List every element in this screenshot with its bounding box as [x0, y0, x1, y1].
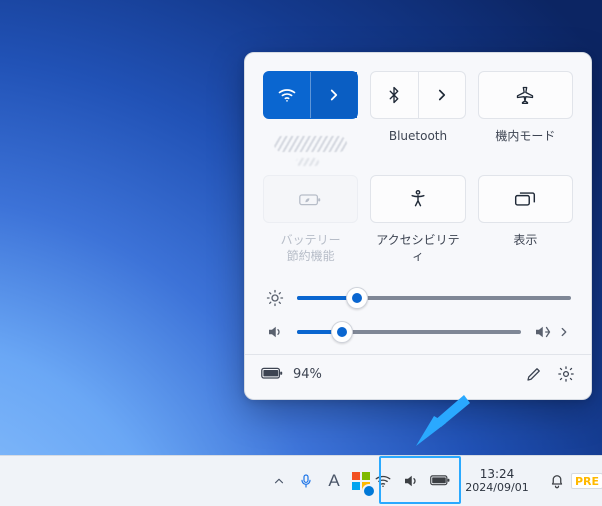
- airplane-tile-label: 機内モード: [478, 125, 573, 169]
- battery-leaf-icon: [299, 189, 323, 209]
- quick-settings-panel: Bluetooth 機内モード バッテリー 節約: [244, 52, 592, 400]
- chevron-right-icon: [433, 86, 451, 104]
- tray-microphone-button[interactable]: [292, 456, 320, 506]
- chevron-right-icon: [557, 325, 571, 339]
- bluetooth-tile[interactable]: [370, 71, 465, 119]
- pre-badge-label: PRE: [571, 473, 602, 489]
- chevron-right-icon: [325, 86, 343, 104]
- ime-mode-label: A: [328, 471, 339, 491]
- battery-pct-label: 94%: [293, 367, 322, 382]
- edit-quick-settings-button[interactable]: [525, 365, 543, 383]
- battery-icon: [430, 474, 452, 488]
- system-tray-group[interactable]: [374, 456, 452, 506]
- settings-button[interactable]: [557, 365, 575, 383]
- battery-icon: [261, 366, 285, 382]
- audio-output-icon: [533, 323, 551, 341]
- battery-saver-tile-label: バッテリー 節約機能: [263, 229, 358, 274]
- notification-dot-icon: [362, 484, 376, 498]
- ime-indicator[interactable]: A: [320, 456, 348, 506]
- audio-output-selector[interactable]: [533, 323, 571, 341]
- wifi-toggle[interactable]: [264, 72, 310, 118]
- wifi-tile[interactable]: [263, 71, 358, 119]
- accessibility-icon: [408, 189, 428, 209]
- brightness-thumb[interactable]: [346, 287, 368, 309]
- gear-icon: [557, 365, 575, 383]
- tray-microsoft-icon[interactable]: [348, 456, 374, 506]
- wifi-expand[interactable]: [310, 72, 357, 118]
- brightness-icon: [265, 289, 285, 307]
- clock-date[interactable]: 13:24 2024/09/01: [452, 456, 542, 506]
- volume-icon: [265, 323, 285, 341]
- project-display-icon: [514, 189, 536, 209]
- tray-overflow-button[interactable]: [266, 456, 292, 506]
- pencil-icon: [525, 365, 543, 383]
- quick-settings-footer: 94%: [245, 354, 591, 391]
- bluetooth-icon: [385, 86, 403, 104]
- brightness-slider[interactable]: [297, 288, 571, 308]
- wifi-tile-label: [263, 125, 358, 169]
- brightness-row: [265, 288, 571, 308]
- clock-time: 13:24: [480, 468, 515, 482]
- volume-icon: [402, 472, 420, 490]
- taskbar: A 13:24 2024/09/01: [0, 455, 602, 506]
- insider-pre-badge[interactable]: PRE: [572, 456, 602, 506]
- chevron-up-icon: [272, 474, 286, 488]
- quick-settings-tiles: Bluetooth 機内モード バッテリー 節約: [263, 71, 573, 274]
- bluetooth-toggle[interactable]: [371, 72, 417, 118]
- clock-date-text: 2024/09/01: [465, 482, 528, 495]
- accessibility-tile-label: アクセシビリティ: [370, 229, 465, 274]
- microphone-icon: [298, 473, 314, 489]
- bluetooth-expand[interactable]: [418, 72, 465, 118]
- airplane-mode-tile[interactable]: [478, 71, 573, 119]
- volume-row: [265, 322, 571, 342]
- wifi-icon: [374, 472, 392, 490]
- battery-saver-tile: [263, 175, 358, 223]
- volume-slider[interactable]: [297, 322, 521, 342]
- project-tile-label: 表示: [478, 229, 573, 274]
- redacted-wifi-name: [274, 136, 347, 152]
- airplane-icon: [515, 85, 535, 105]
- bluetooth-tile-label: Bluetooth: [370, 125, 465, 169]
- battery-status-button[interactable]: 94%: [261, 366, 322, 382]
- wifi-icon: [277, 85, 297, 105]
- project-tile[interactable]: [478, 175, 573, 223]
- volume-thumb[interactable]: [331, 321, 353, 343]
- bell-icon: [548, 472, 566, 490]
- notifications-button[interactable]: [542, 456, 572, 506]
- accessibility-tile[interactable]: [370, 175, 465, 223]
